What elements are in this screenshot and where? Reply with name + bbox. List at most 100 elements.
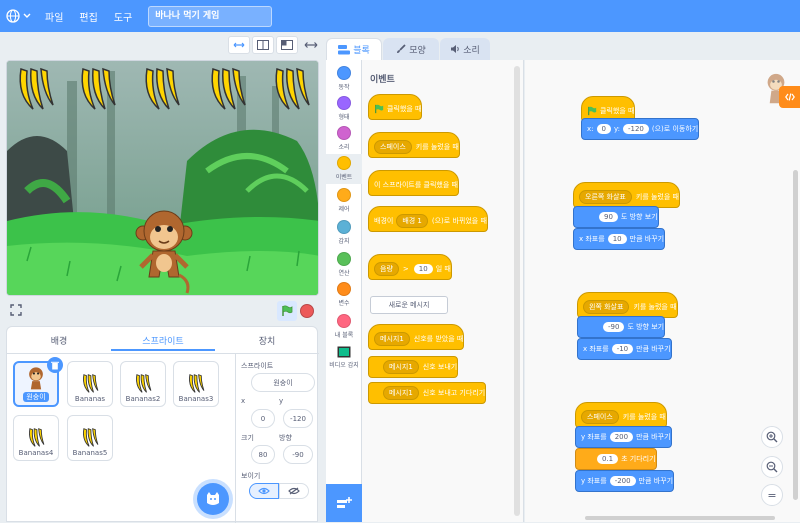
sprite-tile-bananas[interactable]: Bananas: [67, 361, 113, 407]
script-when-left-arrow[interactable]: 왼쪽 화살표 키를 눌렀을 때: [577, 292, 678, 318]
tab-sounds[interactable]: 소리: [440, 38, 490, 60]
category-control[interactable]: 제어: [326, 188, 362, 213]
category-sensing[interactable]: 감지: [326, 220, 362, 245]
message-dropdown[interactable]: 메시지1: [383, 360, 419, 374]
block-when-loudness[interactable]: 음량 > 10 일 때: [368, 254, 452, 280]
block-wait[interactable]: 0.1 초 기다리기: [575, 448, 657, 470]
add-extension-button[interactable]: [326, 484, 362, 522]
sprite-tile-bananas2[interactable]: Bananas2: [120, 361, 166, 407]
block-broadcast[interactable]: 메시지1 신호 보내기: [368, 356, 459, 378]
sprite-tile-bananas5[interactable]: Bananas5: [67, 415, 113, 461]
fullscreen-button[interactable]: [10, 304, 22, 319]
zoom-out-button[interactable]: [761, 456, 783, 478]
category-video-sensing[interactable]: 비디오 감지: [326, 346, 362, 369]
change-value[interactable]: -10: [611, 344, 634, 354]
block-when-backdrop-switches[interactable]: 배경이 배경 1 (으)로 바뀌었을 때: [368, 206, 488, 232]
tab-code[interactable]: 블록: [326, 38, 382, 60]
green-flag-button[interactable]: [277, 301, 297, 321]
project-title-input[interactable]: 바나나 먹기 게임: [148, 5, 273, 27]
block-change-y[interactable]: y 좌표를 -200 만큼 바꾸기: [575, 470, 675, 492]
tutorials-menu[interactable]: 도구: [114, 9, 132, 24]
block-change-x[interactable]: x 좌표를 10 만큼 바꾸기: [573, 228, 666, 250]
x-value[interactable]: 0: [596, 124, 611, 134]
new-message-button[interactable]: 새로운 메시지: [370, 296, 448, 314]
tab-label: 블록: [353, 46, 370, 56]
horizontal-scrollbar[interactable]: [585, 516, 775, 520]
banana-sprite[interactable]: [77, 65, 117, 115]
vertical-scrollbar[interactable]: [793, 170, 798, 500]
turbo-mode-button[interactable]: [228, 36, 250, 54]
tab-sprite[interactable]: 스프라이트: [111, 331, 215, 347]
block-point-in-direction[interactable]: 90 도 방향 보기: [573, 206, 659, 228]
wait-value[interactable]: 0.1: [597, 454, 619, 464]
key-dropdown[interactable]: 스페이스: [374, 140, 412, 154]
category-sound[interactable]: 소리: [326, 126, 362, 151]
loudness-dropdown[interactable]: 음량: [374, 262, 399, 276]
y-value[interactable]: -120: [622, 124, 649, 134]
script-when-space[interactable]: 스페이스 키를 눌렀을 때: [575, 402, 667, 428]
small-stage-button[interactable]: [252, 36, 274, 54]
block-change-x[interactable]: x 좌표를 -10 만큼 바꾸기: [577, 338, 672, 360]
direction-value[interactable]: 90: [599, 212, 618, 222]
sprite-name-field[interactable]: 원숭이: [251, 373, 315, 392]
category-motion[interactable]: 동작: [326, 66, 362, 91]
block-change-y[interactable]: y 좌표를 200 만큼 바꾸기: [575, 426, 672, 448]
banana-sprite[interactable]: [271, 65, 311, 115]
palette-scrollbar[interactable]: [514, 66, 520, 516]
add-sprite-button[interactable]: [197, 483, 229, 515]
large-stage-button[interactable]: [276, 36, 298, 54]
tab-costumes[interactable]: 모양: [383, 38, 439, 60]
zoom-reset-button[interactable]: =: [761, 484, 783, 506]
category-events[interactable]: 이벤트: [326, 154, 362, 184]
backdrop-dropdown[interactable]: 배경 1: [396, 214, 428, 228]
direction-value[interactable]: -90: [603, 322, 625, 332]
banana-sprite[interactable]: [141, 65, 181, 115]
zoom-in-button[interactable]: [761, 426, 783, 448]
key-dropdown[interactable]: 스페이스: [581, 410, 619, 424]
file-menu[interactable]: 파일: [45, 9, 63, 24]
tab-backdrop[interactable]: 배경: [7, 331, 111, 347]
block-broadcast-and-wait[interactable]: 메시지1 신호 보내고 기다리기: [368, 382, 487, 404]
banana-sprite[interactable]: [207, 65, 247, 115]
sprite-tile-bananas3[interactable]: Bananas3: [173, 361, 219, 407]
category-variables[interactable]: 변수: [326, 282, 362, 307]
banana-sprite[interactable]: [15, 65, 55, 115]
message-dropdown[interactable]: 메시지1: [374, 332, 410, 346]
category-operators[interactable]: 연산: [326, 252, 362, 277]
block-when-sprite-clicked[interactable]: 이 스프라이트를 클릭했을 때: [368, 170, 459, 196]
category-menu: 동작 형태 소리 이벤트 제어 감지 연산 변수 내 블록 비디오 감지: [326, 60, 362, 522]
monkey-sprite[interactable]: [133, 207, 195, 296]
tab-device[interactable]: 장치: [215, 331, 319, 347]
category-looks[interactable]: 형태: [326, 96, 362, 121]
x-field[interactable]: 0: [251, 409, 275, 428]
block-when-flag-clicked[interactable]: 클릭했을 때: [368, 94, 423, 120]
category-my-blocks[interactable]: 내 블록: [326, 314, 362, 339]
delete-sprite-button[interactable]: [47, 357, 63, 373]
change-value[interactable]: 200: [609, 432, 634, 442]
change-value[interactable]: 10: [607, 234, 627, 244]
block-point-in-direction[interactable]: -90 도 방향 보기: [577, 316, 666, 338]
stage[interactable]: [6, 60, 319, 296]
stop-button[interactable]: [300, 304, 314, 318]
block-when-receive[interactable]: 메시지1 신호를 받았을 때: [368, 324, 465, 350]
show-hidden-button[interactable]: [279, 483, 309, 499]
key-dropdown[interactable]: 왼쪽 화살표: [583, 300, 630, 314]
change-value[interactable]: -200: [609, 476, 636, 486]
direction-field[interactable]: -90: [283, 445, 313, 464]
key-dropdown[interactable]: 오른쪽 화살표: [579, 190, 632, 204]
code-area[interactable]: 클릭했을 때 x: 0 y: -120 (으)로 이동하기 오른쪽 화살표 키를…: [525, 60, 800, 522]
fullscreen-toggle-button[interactable]: [300, 36, 322, 54]
loudness-value[interactable]: 10: [413, 264, 433, 274]
edit-menu[interactable]: 편집: [79, 9, 97, 24]
y-field[interactable]: -120: [283, 409, 313, 428]
message-dropdown[interactable]: 메시지1: [383, 386, 419, 400]
green-flag-icon: [588, 106, 597, 116]
size-field[interactable]: 80: [251, 445, 275, 464]
block-when-key-pressed[interactable]: 스페이스 키를 눌렀을 때: [368, 132, 460, 158]
block-go-to-xy[interactable]: x: 0 y: -120 (으)로 이동하기: [581, 118, 700, 140]
sprite-tile-bananas4[interactable]: Bananas4: [13, 415, 59, 461]
script-when-right-arrow[interactable]: 오른쪽 화살표 키를 눌렀을 때: [573, 182, 680, 208]
show-visible-button[interactable]: [249, 483, 279, 499]
debug-toggle-button[interactable]: [779, 86, 800, 108]
language-menu[interactable]: [6, 9, 31, 23]
